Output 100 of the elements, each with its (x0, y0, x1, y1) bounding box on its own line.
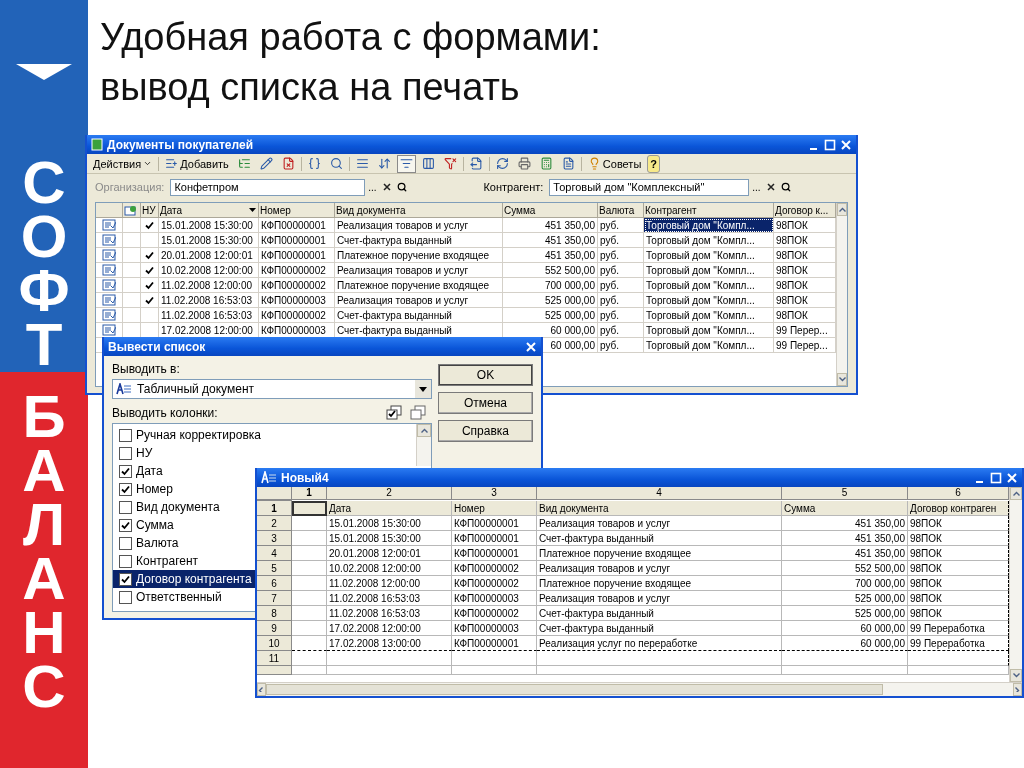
row-number[interactable]: 10 (257, 636, 292, 651)
table-cell: руб. (598, 323, 644, 338)
dialog-button[interactable]: OK (438, 364, 533, 386)
horizontal-scrollbar[interactable] (257, 682, 1022, 696)
row-number[interactable] (257, 666, 292, 675)
table-cell: Торговый дом "Компл... (644, 338, 774, 353)
table-cell: Реализация товаров и услуг (335, 293, 503, 308)
sheet-cell: Платежное поручение входящее (537, 546, 782, 561)
column-header[interactable]: Договор к... (774, 203, 836, 218)
column-option[interactable]: Номер (113, 480, 177, 498)
row-number[interactable]: 11 (257, 651, 292, 666)
sheet-cell: 15.01.2008 15:30:00 (327, 516, 452, 531)
column-header[interactable]: Сумма (503, 203, 598, 218)
row-number[interactable]: 4 (257, 546, 292, 561)
tips-button[interactable]: Советы (584, 154, 645, 173)
filter-label: Контрагент: (483, 181, 544, 193)
dialog-button[interactable]: Отмена (438, 392, 533, 414)
column-header[interactable]: Контрагент (644, 203, 774, 218)
column-header[interactable]: Вид документа (335, 203, 503, 218)
row-number[interactable]: 9 (257, 621, 292, 636)
scrollbar[interactable] (1009, 487, 1022, 682)
row-number[interactable]: 1 (257, 501, 292, 516)
scroll-up-button[interactable] (837, 203, 847, 216)
row-number[interactable]: 6 (257, 576, 292, 591)
row-number[interactable]: 8 (257, 606, 292, 621)
close-icon[interactable] (1006, 471, 1018, 484)
column-option[interactable]: Договор контрагента (113, 570, 256, 588)
dialog-button[interactable]: Справка (438, 420, 533, 442)
column-option[interactable]: Сумма (113, 516, 178, 534)
scroll-up-button[interactable] (1010, 487, 1022, 500)
table-cell: 451 350,00 (503, 248, 598, 263)
maximize-icon[interactable] (824, 138, 836, 151)
row-number[interactable]: 2 (257, 516, 292, 531)
row-number[interactable]: 7 (257, 591, 292, 606)
uncheck-all-icon[interactable] (410, 405, 426, 420)
actions-menu[interactable]: Действия (90, 154, 156, 173)
column-option[interactable]: НУ (113, 444, 157, 462)
checkbox[interactable] (119, 536, 132, 550)
add-button[interactable]: Добавить (162, 154, 232, 173)
scrollbar[interactable] (836, 203, 847, 386)
column-option[interactable]: Вид документа (113, 498, 224, 516)
column-header[interactable]: Валюта (598, 203, 644, 218)
column-number[interactable]: 3 (452, 487, 537, 500)
table-cell: руб. (598, 263, 644, 278)
sheet-cell: 700 000,00 (782, 576, 908, 591)
column-option[interactable]: Дата (113, 462, 167, 480)
column-number[interactable]: 1 (292, 487, 327, 500)
check-all-icon[interactable] (386, 405, 402, 420)
scrollbar[interactable] (416, 424, 431, 466)
table-cell: руб. (598, 293, 644, 308)
sheet-cell: 98ПОК (908, 531, 1009, 546)
table-cell: Счет-фактура выданный (335, 233, 503, 248)
checkbox[interactable] (119, 500, 132, 514)
column-header[interactable]: Дата (159, 203, 259, 218)
column-option[interactable]: Валюта (113, 534, 183, 552)
checkbox[interactable] (119, 554, 132, 568)
scroll-left-button[interactable] (257, 683, 266, 696)
document-icon (102, 219, 116, 231)
checkbox[interactable] (119, 572, 132, 586)
scroll-up-button[interactable] (417, 424, 431, 437)
checkbox[interactable] (119, 482, 132, 496)
file-output-icon (469, 157, 483, 170)
column-option[interactable]: Ответственный (113, 588, 226, 606)
filter-field[interactable]: Торговый дом "Комплексный" (549, 178, 750, 196)
column-option[interactable]: Ручная корректировка (113, 426, 265, 444)
sheet-cell: КФП00000001 (452, 546, 537, 561)
table-cell: КФП00000002 (259, 263, 335, 278)
close-icon[interactable] (840, 138, 852, 151)
row-number[interactable]: 3 (257, 531, 292, 546)
table-cell: 11.02.2008 16:53:03 (159, 293, 259, 308)
checkbox[interactable] (119, 590, 132, 604)
help-button[interactable]: ? (647, 154, 661, 173)
sheet-cell: 98ПОК (908, 576, 1009, 591)
scroll-down-button[interactable] (837, 373, 847, 386)
column-number[interactable]: 4 (537, 487, 782, 500)
sort-caret-icon (249, 208, 256, 212)
column-number[interactable]: 2 (327, 487, 452, 500)
column-number[interactable]: 6 (908, 487, 1009, 500)
sheet-cell: Реализация товаров и услуг (537, 561, 782, 576)
close-icon[interactable] (525, 340, 537, 353)
sheet-cell: Платежное поручение входящее (537, 576, 782, 591)
column-header[interactable]: НУ (141, 203, 159, 218)
sheet-cell: КФП00000003 (452, 591, 537, 606)
checkbox[interactable] (119, 446, 132, 460)
checkbox[interactable] (119, 464, 132, 478)
column-number[interactable]: 5 (782, 487, 908, 500)
sheet-cell (292, 591, 327, 606)
filter-button[interactable] (396, 154, 416, 173)
row-number[interactable]: 5 (257, 561, 292, 576)
scroll-right-button[interactable] (1013, 683, 1022, 696)
column-header[interactable]: Номер (259, 203, 335, 218)
checkbox[interactable] (119, 518, 132, 532)
table-cell: руб. (598, 338, 644, 353)
output-select[interactable]: Табличный документ (112, 379, 432, 399)
sheet-cell: 15.01.2008 15:30:00 (327, 531, 452, 546)
scroll-down-button[interactable] (1010, 669, 1022, 682)
checkbox[interactable] (119, 428, 132, 442)
maximize-icon[interactable] (990, 471, 1002, 484)
calculator-icon (539, 157, 553, 170)
column-option[interactable]: Контрагент (113, 552, 203, 570)
